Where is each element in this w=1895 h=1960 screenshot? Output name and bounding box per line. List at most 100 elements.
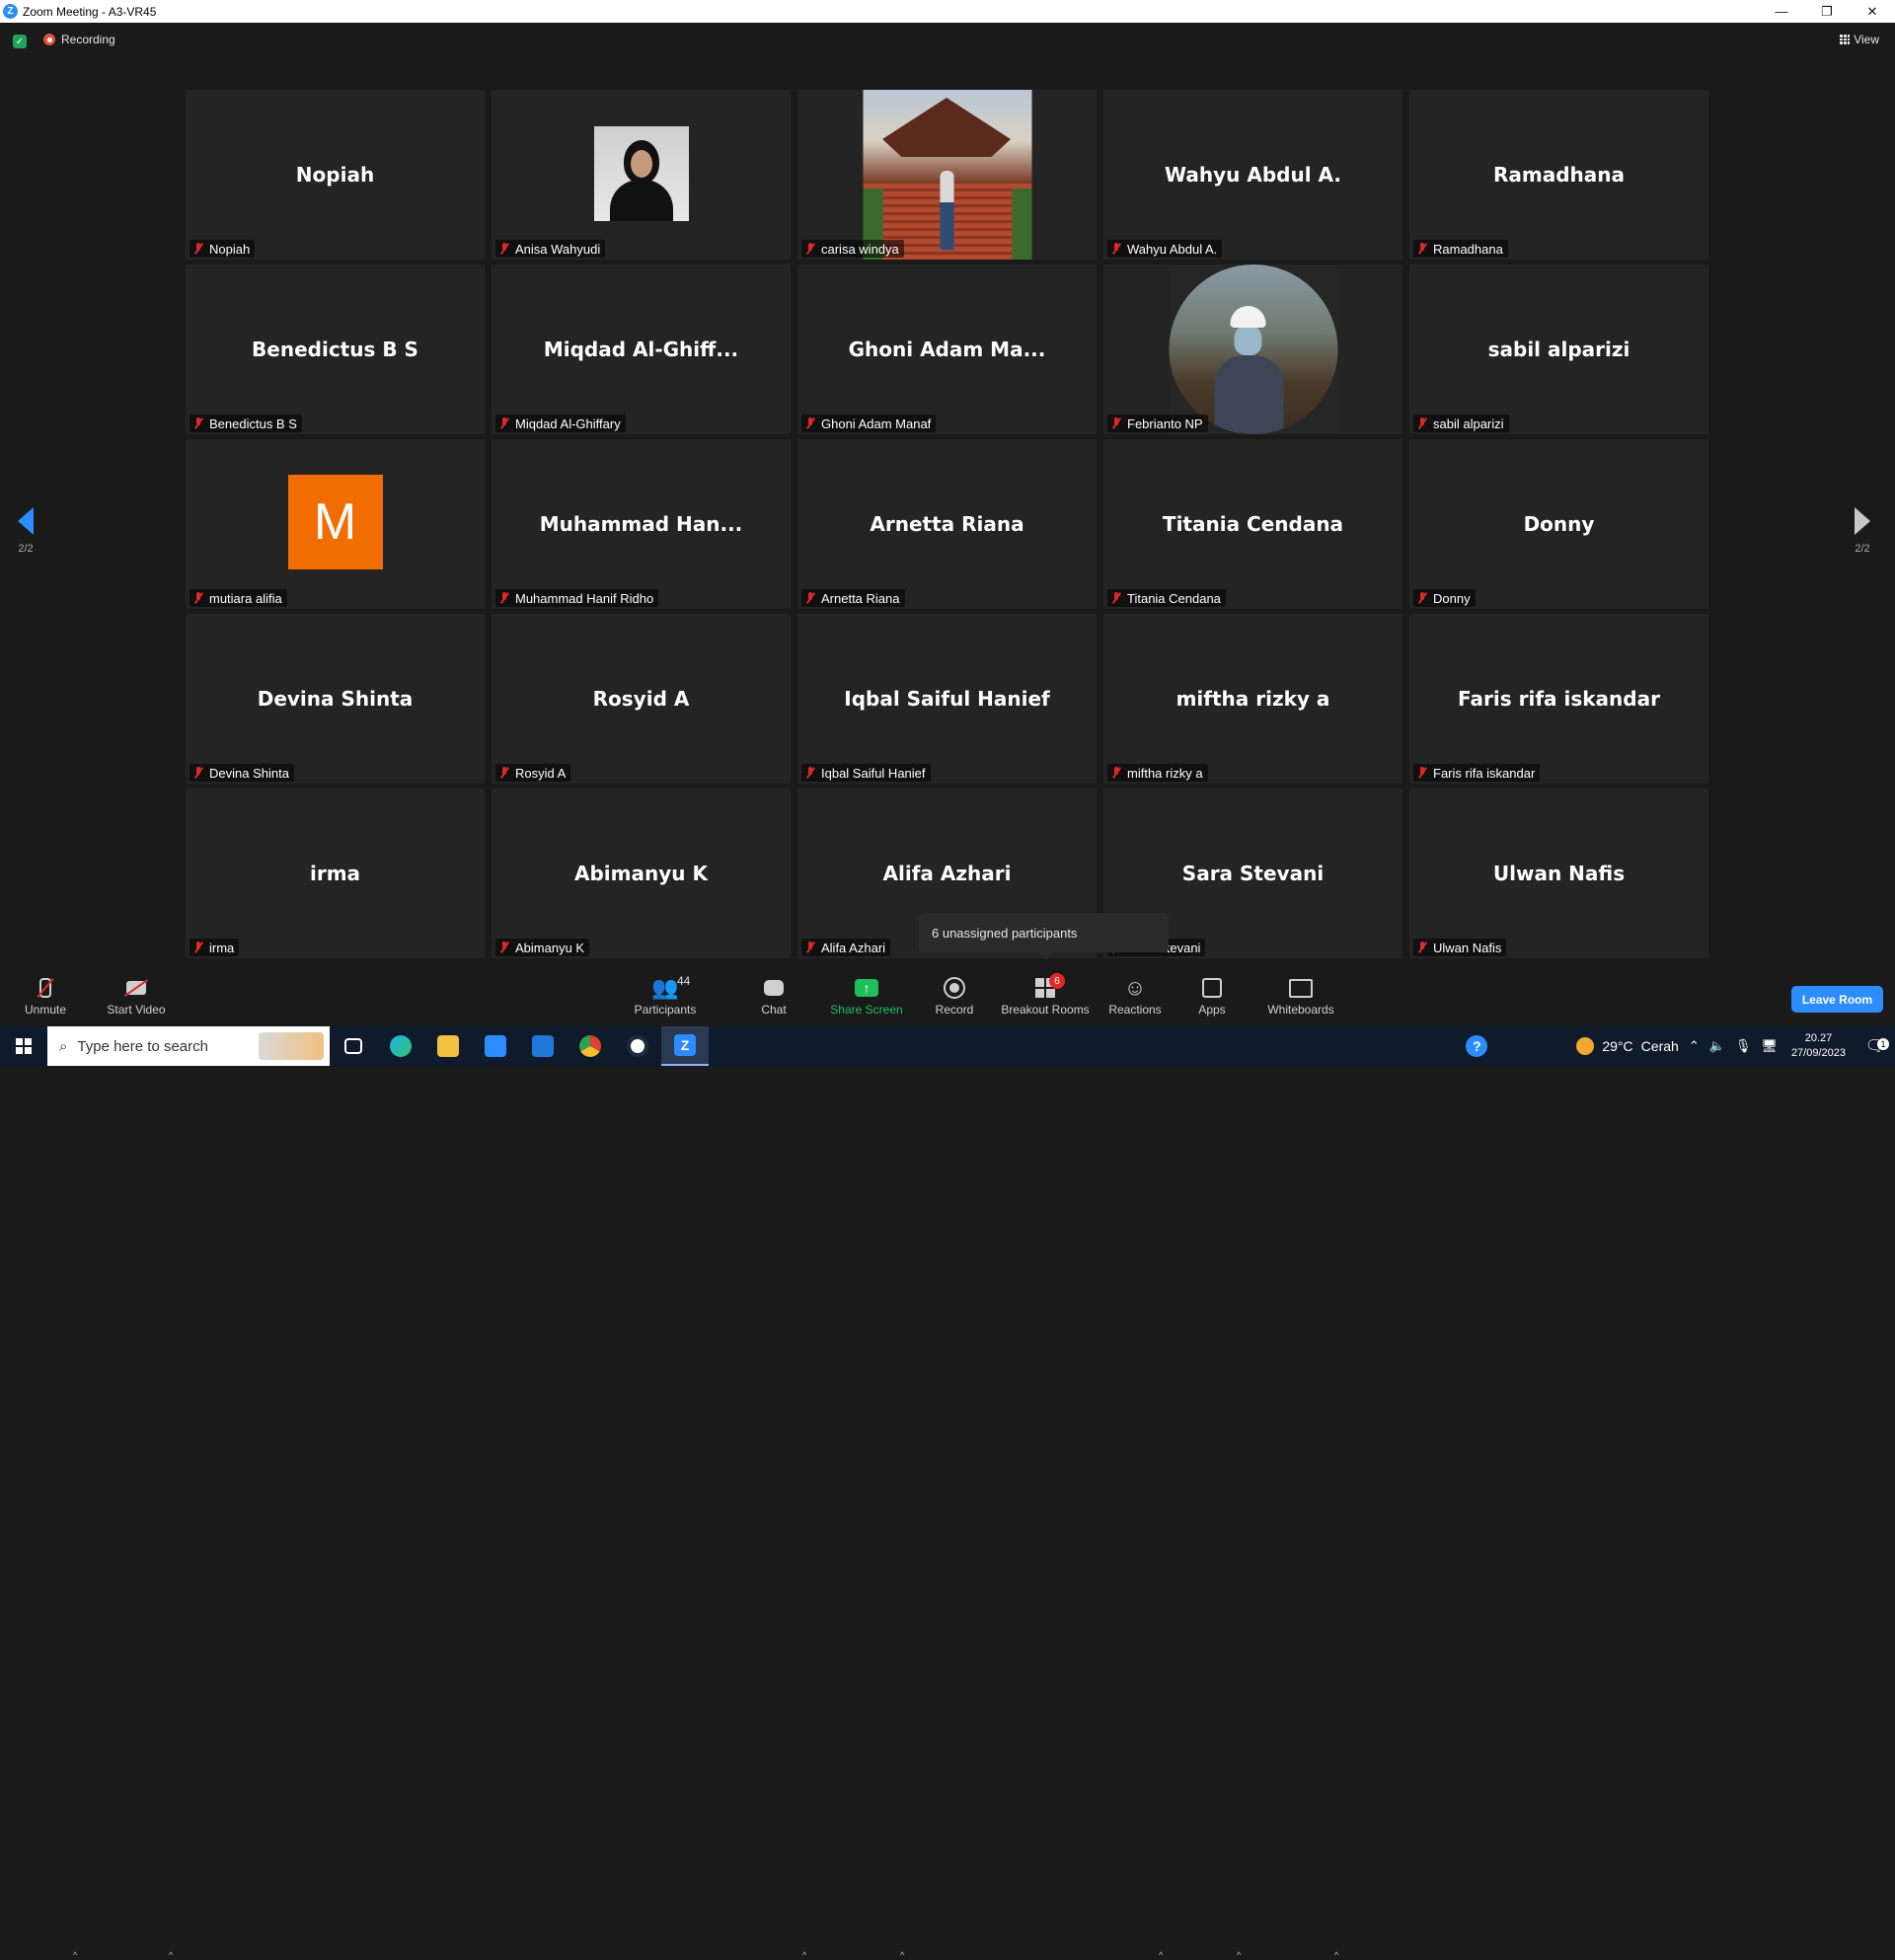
- apps-label: Apps: [1198, 1003, 1226, 1017]
- notification-count: 1: [1877, 1038, 1889, 1050]
- participant-tile[interactable]: Rosyid A Rosyid A: [492, 614, 791, 784]
- help-icon[interactable]: ?: [1466, 1035, 1488, 1057]
- recording-dot-icon: [43, 34, 55, 45]
- participant-name-label: Wahyu Abdul A.: [1107, 240, 1223, 258]
- participant-tile[interactable]: Miqdad Al-Ghiff... Miqdad Al-Ghiffary: [492, 264, 791, 434]
- participant-tile[interactable]: Ulwan Nafis Ulwan Nafis: [1409, 789, 1708, 958]
- taskbar-clock[interactable]: 20.27 27/09/2023: [1791, 1031, 1846, 1061]
- unmute-button[interactable]: Unmute: [18, 967, 73, 1026]
- participant-tile[interactable]: carisa windya: [797, 90, 1097, 260]
- participant-display-name: Donny: [1523, 512, 1595, 536]
- recording-indicator[interactable]: Recording: [43, 33, 115, 46]
- encryption-shield-icon[interactable]: ✓: [13, 35, 27, 48]
- mic-muted-icon: [497, 941, 511, 954]
- share-screen-button[interactable]: Share Screen: [827, 967, 906, 1026]
- page-indicator-right: 2/2: [1855, 543, 1870, 555]
- notifications-button[interactable]: 🗨 1: [1856, 1036, 1895, 1056]
- participant-tile[interactable]: miftha rizky a miftha rizky a: [1103, 614, 1402, 784]
- task-view-icon: [344, 1038, 362, 1054]
- arrow-left-icon: [18, 507, 34, 535]
- weather-widget[interactable]: 29°C Cerah: [1576, 1037, 1679, 1055]
- whiteboard-icon: [1285, 976, 1317, 1000]
- zoom-taskbar-button[interactable]: Z: [661, 1026, 709, 1066]
- participant-tile[interactable]: Ghoni Adam Ma... Ghoni Adam Manaf: [797, 264, 1097, 434]
- participant-tile[interactable]: Iqbal Saiful Hanief Iqbal Saiful Hanief: [797, 614, 1097, 784]
- participant-name-label: Titania Cendana: [1107, 589, 1226, 607]
- participant-display-name: Devina Shinta: [257, 687, 414, 711]
- restore-button[interactable]: ❐: [1804, 0, 1850, 23]
- participant-tile[interactable]: Ramadhana Ramadhana: [1409, 90, 1708, 260]
- participant-name: Febrianto NP: [1127, 415, 1203, 431]
- participant-tile[interactable]: M mutiara alifia: [186, 439, 485, 609]
- participant-name: Wahyu Abdul A.: [1127, 241, 1218, 257]
- participant-tile[interactable]: Benedictus B S Benedictus B S: [186, 264, 485, 434]
- whiteboards-button[interactable]: Whiteboards: [1265, 967, 1336, 1026]
- start-video-button[interactable]: Start Video: [103, 967, 170, 1026]
- record-button[interactable]: Record: [930, 967, 979, 1026]
- store-button[interactable]: [472, 1026, 519, 1066]
- participant-display-name: Benedictus B S: [252, 338, 418, 361]
- participant-tile[interactable]: Titania Cendana Titania Cendana: [1103, 439, 1402, 609]
- participant-tile[interactable]: sabil alparizi sabil alparizi: [1409, 264, 1708, 434]
- network-icon[interactable]: 🖥: [1761, 1038, 1778, 1054]
- audio-options-chevron-up-icon[interactable]: ^: [73, 1950, 77, 1960]
- whiteboards-options-chevron-up-icon[interactable]: ^: [1334, 1950, 1338, 1960]
- view-button[interactable]: View: [1840, 33, 1879, 46]
- participant-name-label: irma: [190, 939, 240, 956]
- mail-button[interactable]: [519, 1026, 567, 1066]
- participant-name-label: Benedictus B S: [190, 415, 302, 432]
- apps-button[interactable]: Apps: [1190, 967, 1234, 1026]
- chrome-button[interactable]: [567, 1026, 614, 1066]
- participant-name: Abimanyu K: [515, 940, 585, 955]
- mic-muted-icon: [191, 766, 205, 780]
- microphone-tray-icon[interactable]: 🎙: [1735, 1038, 1752, 1054]
- close-button[interactable]: ✕: [1850, 0, 1895, 23]
- participant-tile[interactable]: Muhammad Han... Muhammad Hanif Ridho: [492, 439, 791, 609]
- previous-page-button[interactable]: 2/2: [18, 507, 34, 555]
- record-icon: [939, 976, 970, 1000]
- volume-icon[interactable]: 🔈: [1709, 1038, 1725, 1054]
- breakout-rooms-button[interactable]: 6 Breakout Rooms: [999, 967, 1092, 1026]
- weather-desc: Cerah: [1640, 1038, 1679, 1054]
- search-placeholder: Type here to search: [77, 1037, 208, 1055]
- participant-tile[interactable]: Devina Shinta Devina Shinta: [186, 614, 485, 784]
- participant-display-name: irma: [309, 862, 361, 885]
- chat-options-chevron-up-icon[interactable]: ^: [802, 1950, 806, 1960]
- file-explorer-button[interactable]: [424, 1026, 472, 1066]
- weather-temp: 29°C: [1602, 1038, 1633, 1054]
- participant-tile[interactable]: Arnetta Riana Arnetta Riana: [797, 439, 1097, 609]
- reactions-options-chevron-up-icon[interactable]: ^: [1159, 1950, 1163, 1960]
- participant-name: Donny: [1433, 590, 1471, 606]
- participant-tile[interactable]: Donny Donny: [1409, 439, 1708, 609]
- next-page-button[interactable]: 2/2: [1855, 507, 1870, 555]
- participant-display-name: Muhammad Han...: [539, 512, 743, 536]
- participant-photo: [593, 126, 689, 221]
- share-options-chevron-up-icon[interactable]: ^: [900, 1950, 904, 1960]
- taskbar-search-box[interactable]: ⌕ Type here to search: [47, 1026, 330, 1066]
- participant-tile[interactable]: Febrianto NP: [1103, 264, 1402, 434]
- minimize-button[interactable]: —: [1759, 0, 1804, 23]
- reactions-button[interactable]: Reactions: [1105, 967, 1165, 1026]
- participants-button[interactable]: 👥 44 Participants: [632, 967, 699, 1026]
- participant-tile[interactable]: irma irma: [186, 789, 485, 958]
- task-view-button[interactable]: [330, 1026, 377, 1066]
- participant-tile[interactable]: Abimanyu K Abimanyu K: [492, 789, 791, 958]
- apps-options-chevron-up-icon[interactable]: ^: [1237, 1950, 1241, 1960]
- participant-tile[interactable]: Wahyu Abdul A. Wahyu Abdul A.: [1103, 90, 1402, 260]
- system-tray: ? 29°C Cerah ⌃ 🔈 🎙 🖥 20.27 27/09/2023 🗨 …: [1466, 1026, 1895, 1066]
- edge-button[interactable]: [377, 1026, 424, 1066]
- chat-button[interactable]: Chat: [752, 967, 796, 1026]
- participant-name: Rosyid A: [515, 765, 567, 781]
- app-button[interactable]: [614, 1026, 661, 1066]
- participant-name: carisa windya: [821, 241, 899, 257]
- tray-chevron-up-icon[interactable]: ⌃: [1689, 1038, 1700, 1054]
- video-options-chevron-up-icon[interactable]: ^: [169, 1950, 173, 1960]
- start-button[interactable]: [0, 1026, 47, 1066]
- camera-off-icon: [120, 976, 152, 1000]
- participant-tile[interactable]: Faris rifa iskandar Faris rifa iskandar: [1409, 614, 1708, 784]
- reactions-label: Reactions: [1108, 1003, 1162, 1017]
- participant-tile[interactable]: Anisa Wahyudi: [492, 90, 791, 260]
- leave-room-button[interactable]: Leave Room: [1791, 986, 1883, 1013]
- mic-muted-icon: [497, 416, 511, 430]
- participant-tile[interactable]: Nopiah Nopiah: [186, 90, 485, 260]
